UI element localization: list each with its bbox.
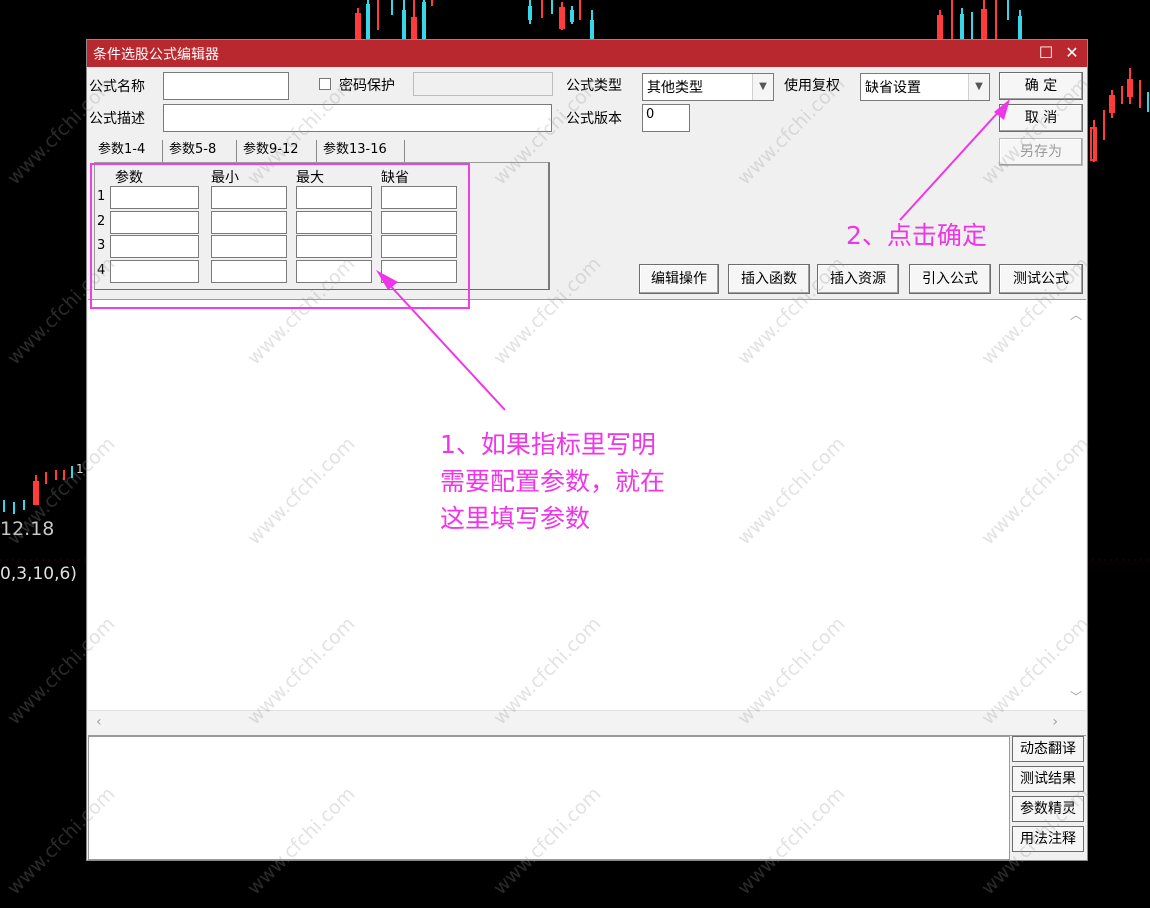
annotation-step1: 1、如果指标里写明 需要配置参数，就在 这里填写参数 [440,426,665,537]
annotation-step1-line3: 这里填写参数 [440,504,591,533]
annotation-step1-line2: 需要配置参数，就在 [440,467,666,496]
annotation-step1-line1: 1、如果指标里写明 [440,430,656,459]
annotation-step2: 2、点击确定 [846,221,987,250]
